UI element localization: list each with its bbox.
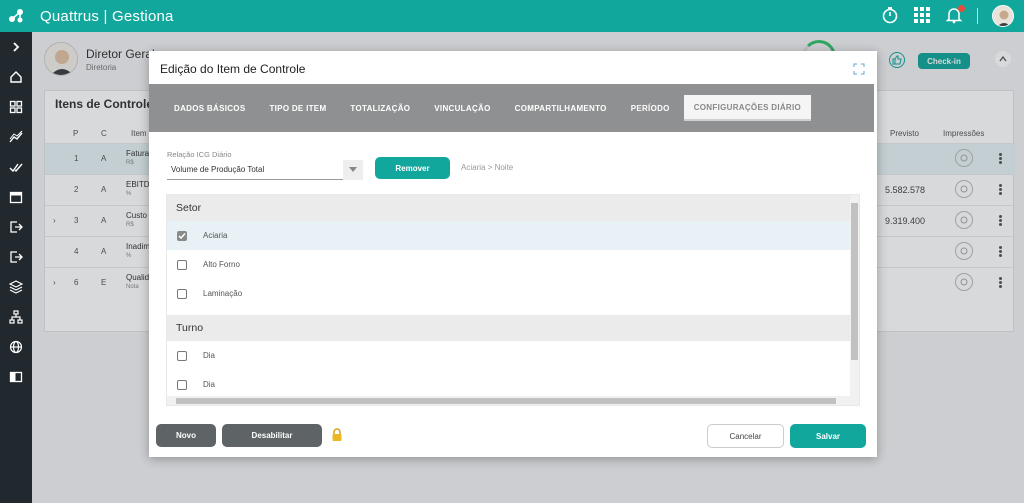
scrollbar-thumb[interactable] (176, 398, 836, 404)
lock-icon[interactable] (330, 428, 344, 442)
save-button[interactable]: Salvar (790, 424, 866, 448)
tab-compartilhamento[interactable]: COMPARTILHAMENTO (515, 104, 607, 113)
checkbox[interactable] (177, 350, 187, 361)
modal-title: Edição do Item de Controle (160, 62, 306, 76)
option-label: Dia (203, 380, 216, 389)
edit-control-item-modal: Edição do Item de Controle DADOS BÁSICOS… (149, 51, 877, 457)
option-label: Alto Forno (203, 260, 240, 269)
modal-tabs: DADOS BÁSICOS TIPO DE ITEM TOTALIZAÇÃO V… (149, 84, 874, 132)
divider (977, 8, 978, 24)
top-bar: Quattrus | Gestiona (0, 0, 1024, 32)
home-icon[interactable] (0, 62, 32, 92)
calendar-icon[interactable] (0, 182, 32, 212)
tab-configuracoes-diario[interactable]: CONFIGURAÇÕES DIÁRIO (683, 95, 812, 121)
vertical-scrollbar[interactable] (850, 195, 859, 397)
tab-totalizacao[interactable]: TOTALIZAÇÃO (350, 104, 410, 113)
breadcrumb: Aciaria > Noite (461, 163, 514, 172)
fullscreen-icon[interactable] (853, 63, 865, 75)
tab-tipo-de-item[interactable]: TIPO DE ITEM (269, 104, 326, 113)
tab-dados-basicos[interactable]: DADOS BÁSICOS (174, 104, 245, 113)
scrollbar-thumb[interactable] (851, 203, 858, 360)
trend-chart-icon[interactable] (0, 122, 32, 152)
apps-grid-icon[interactable] (913, 6, 931, 27)
list-item[interactable]: Dia (167, 341, 851, 370)
book-icon[interactable] (0, 362, 32, 392)
checkbox[interactable] (177, 288, 187, 299)
globe-icon[interactable] (0, 332, 32, 362)
list-item[interactable]: Laminação (167, 279, 851, 308)
logout-icon[interactable] (0, 242, 32, 272)
checkbox[interactable] (177, 230, 187, 241)
layers-icon[interactable] (0, 272, 32, 302)
list-item[interactable]: Dia (167, 370, 851, 399)
group-header-turno: Turno (167, 315, 851, 341)
checkbox[interactable] (177, 379, 187, 390)
option-label: Aciaria (203, 231, 228, 240)
app-brand: Quattrus | Gestiona (40, 7, 174, 25)
expand-sidebar-icon[interactable] (0, 32, 32, 62)
checkbox[interactable] (177, 259, 187, 270)
relacao-select-value: Volume de Produção Total (171, 165, 265, 174)
tab-vinculacao[interactable]: VINCULAÇÃO (434, 104, 490, 113)
tab-periodo[interactable]: PERÍODO (631, 104, 670, 113)
app-logo-icon[interactable] (0, 0, 32, 32)
list-item[interactable]: Alto Forno (167, 250, 851, 279)
chevron-down-icon[interactable] (343, 160, 363, 180)
dashboard-icon[interactable] (0, 92, 32, 122)
cancel-button[interactable]: Cancelar (707, 424, 784, 448)
group-header-setor: Setor (167, 195, 851, 221)
notification-badge (958, 4, 965, 12)
new-button[interactable]: Novo (156, 424, 216, 447)
stopwatch-icon[interactable] (881, 6, 899, 27)
relacao-label: Relação ICG Diário (167, 150, 232, 159)
export-icon[interactable] (0, 212, 32, 242)
option-label: Laminação (203, 289, 243, 298)
list-item[interactable]: Aciaria (167, 221, 851, 250)
options-list: Setor Aciaria Alto Forno Laminação Turno… (166, 194, 860, 406)
relacao-select[interactable]: Volume de Produção Total (167, 160, 363, 180)
remove-button[interactable]: Remover (375, 157, 450, 179)
avatar[interactable] (992, 5, 1014, 27)
horizontal-scrollbar[interactable] (167, 396, 859, 405)
org-chart-icon[interactable] (0, 302, 32, 332)
notifications-bell-icon[interactable] (945, 4, 965, 27)
check-double-icon[interactable] (0, 152, 32, 182)
option-label: Dia (203, 351, 216, 360)
disable-button[interactable]: Desabilitar (222, 424, 322, 447)
sidebar (0, 32, 32, 503)
